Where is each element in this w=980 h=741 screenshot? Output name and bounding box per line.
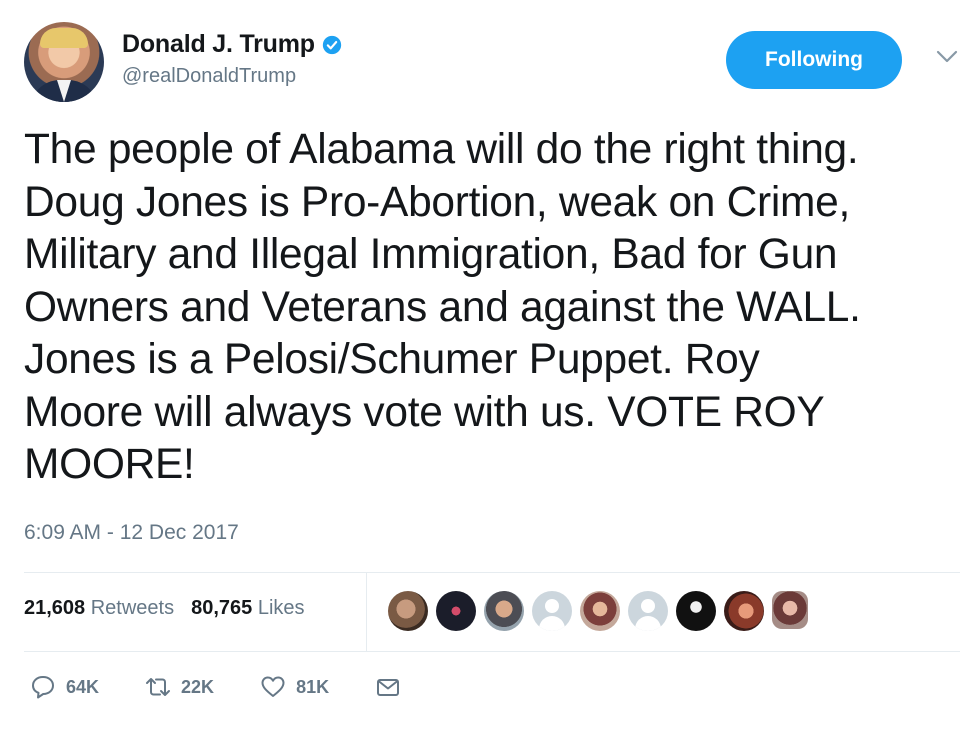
reply-icon [32,676,54,699]
liker-avatar[interactable] [484,591,524,631]
envelope-icon [377,679,400,696]
divider [24,651,960,652]
tweet-line: Moore will always vote with us. VOTE ROY [24,388,825,436]
divider [24,572,960,573]
retweet-count: 22K [181,676,215,697]
reply-count: 64K [66,676,100,697]
tweet-line: Doug Jones is Pro-Abortion, weak on Crim… [24,178,850,226]
tweet-timestamp[interactable]: 6:09 AM - 12 Dec 2017 [24,521,239,545]
tweet-line: MOORE! [24,441,195,488]
tweet-actions: 64K 22K 81K [30,674,447,700]
tweet-stats: 21,608 Retweets 80,765 Likes [24,597,305,620]
chevron-down-icon[interactable] [936,50,958,64]
retweets-stat[interactable]: 21,608 Retweets [24,597,174,620]
likes-stat[interactable]: 80,765 Likes [191,597,304,620]
retweet-icon [146,678,171,696]
liker-avatar[interactable] [724,591,764,631]
liker-avatar[interactable] [532,591,572,631]
reply-button[interactable]: 64K [30,674,99,700]
following-button[interactable]: Following [726,31,902,89]
retweets-label: Retweets [90,597,175,619]
tweet-text: The people of Alabama will do the right … [24,124,969,492]
liker-avatar[interactable] [580,591,620,631]
liker-avatar[interactable] [676,591,716,631]
liker-avatar[interactable] [388,591,428,631]
heart-icon [261,676,285,697]
verified-badge-icon [322,35,342,54]
like-button[interactable]: 81K [260,674,329,700]
liker-avatar[interactable] [772,591,808,629]
tweet-line: Owners and Veterans and against the WALL… [24,283,861,331]
like-count: 81K [296,676,330,697]
likes-count: 80,765 [191,597,253,619]
tweet-line: Jones is a Pelosi/Schumer Puppet. Roy [24,336,760,383]
liker-avatar[interactable] [436,591,476,631]
direct-message-button[interactable] [375,674,401,700]
tweet-header: Donald J. Trump @realDonaldTrump Followi… [24,22,960,106]
author-handle[interactable]: @realDonaldTrump [122,65,342,88]
liker-avatars [388,591,808,631]
tweet-line: Military and Illegal Immigration, Bad fo… [24,231,838,278]
divider [366,572,367,651]
liker-avatar[interactable] [628,591,668,631]
author-info: Donald J. Trump @realDonaldTrump [122,30,342,88]
retweet-button[interactable]: 22K [145,674,214,700]
retweets-count: 21,608 [24,597,86,619]
likes-label: Likes [257,597,305,619]
author-name[interactable]: Donald J. Trump [122,30,315,59]
tweet-line: The people of Alabama will do the right … [24,126,859,173]
author-avatar[interactable] [24,22,104,102]
